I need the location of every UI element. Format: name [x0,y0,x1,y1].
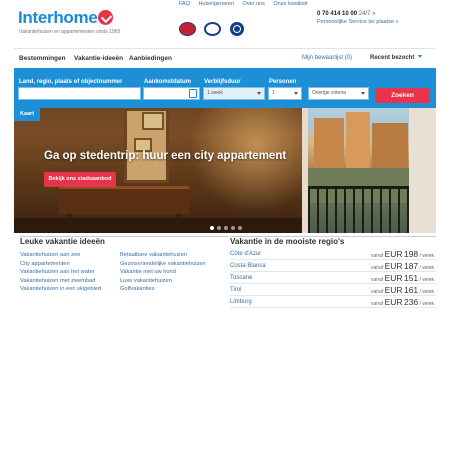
idea-link[interactable]: Vakantiehuizen met zwembad [20,277,101,286]
phone-number: 0 70 414 10 00 24/7 » [317,11,376,17]
criteria-select[interactable]: Overige criteria [308,87,369,100]
region-price: vanaf EUR 161 / week [371,285,434,295]
carousel-dot[interactable] [210,226,214,230]
carousel-dot[interactable] [231,226,235,230]
arrival-date-input[interactable] [143,87,200,100]
ideas-section: Leuke vakantie ideeën Vakantiehuizen aan… [20,236,228,311]
top-links: FAQ Huiseigenaren Over ons Onze kwalitei… [179,1,315,7]
chevron-down-icon [294,92,298,95]
persons-label: Personen [269,79,297,85]
hero-photo-building [372,123,408,168]
nav-aanbiedingen[interactable]: Aanbiedingen [129,55,172,62]
hero-photo-building [314,118,344,168]
search-bar: Land, regio, plaats of objectnummer Aank… [14,68,436,108]
carousel-dots [210,217,245,233]
idea-link[interactable]: Vakantiehuizen aan zee [20,251,101,260]
idea-link[interactable]: City appartementen [20,260,101,269]
region-name[interactable]: Toscane [230,275,252,281]
page: Interhome Vakantiehuizen en appartemente… [14,0,436,450]
region-price: vanaf EUR 236 / week [371,297,434,307]
region-price: vanaf EUR 198 / week [371,249,434,259]
destination-input[interactable] [18,87,141,100]
over-ons-link[interactable]: Over ons [243,1,265,7]
region-row[interactable]: Limburg vanaf EUR 236 / week [230,297,436,308]
regions-section: Vakantie in de mooiste regio's Côte d'Az… [230,236,436,311]
phone-hours[interactable]: 24/7 » [359,11,376,17]
region-row[interactable]: Toscane vanaf EUR 151 / week [230,273,436,284]
regions-heading: Vakantie in de mooiste regio's [230,237,345,246]
ideas-column-2: Betaalbare vakantiehuizen Gezinsvriendel… [120,251,206,294]
map-button[interactable]: Kaart [14,108,40,121]
persons-select[interactable]: 1 [268,87,302,100]
carousel-dot[interactable] [224,226,228,230]
idea-link[interactable]: Vakantiehuizen in een skigebied [20,285,101,294]
anvr-badge-icon [179,22,196,36]
watchlist-link[interactable]: Mijn bewaarlijst (0) [302,55,352,61]
chevron-down-icon [361,92,365,95]
logo-check-icon [98,10,114,25]
ideas-column-1: Vakantiehuizen aan zee City appartemente… [20,251,101,294]
idea-link[interactable]: Vakantie met uw hond [120,268,206,277]
faq-link[interactable]: FAQ [179,1,190,7]
region-name[interactable]: Costa Blanca [230,263,266,269]
quality-badge-icon [229,22,244,36]
region-price: vanaf EUR 151 / week [371,273,434,283]
onze-kwaliteit-link[interactable]: Onze kwaliteit [273,1,307,7]
carousel-dot[interactable] [217,226,221,230]
ideas-heading: Leuke vakantie ideeën [20,237,105,246]
city-offer-button[interactable]: Bekijk ons stadsaanbod [44,172,116,187]
region-row[interactable]: Tirol vanaf EUR 161 / week [230,285,436,296]
idea-link[interactable]: Betaalbare vakantiehuizen [120,251,206,260]
search-button[interactable]: Zoeken [375,88,430,103]
region-name[interactable]: Côte d'Azur [230,251,261,257]
idea-link[interactable]: Gezinsvriendelijke vakantiehuizen [120,260,206,269]
duration-select[interactable]: 1 week [203,87,265,100]
destination-label: Land, regio, plaats of objectnummer [19,79,123,85]
hero-photo-building [346,112,370,168]
region-name[interactable]: Tirol [230,287,241,293]
idea-link[interactable]: Golfvakanties [120,285,206,294]
region-row[interactable]: Costa Blanca vanaf EUR 187 / week [230,261,436,272]
interhome-logo[interactable]: Interhome [18,8,114,28]
tagline: Vakantiehuizen en appartementen sinds 19… [19,29,121,35]
idea-link[interactable]: Vakantiehuizen aan het water [20,268,101,277]
huiseigenaren-link[interactable]: Huiseigenaren [199,1,234,7]
chevron-down-icon [418,55,423,58]
main-nav: Bestemmingen Vakantie-ideeën Aanbiedinge… [14,48,436,67]
nav-bestemmingen[interactable]: Bestemmingen [19,55,66,62]
trust-badges [179,22,248,41]
carousel-dot[interactable] [238,226,242,230]
region-price: vanaf EUR 187 / week [371,261,434,271]
arrival-label: Aankomstdatum [144,79,192,85]
service-link[interactable]: Persoonlijke Service ter plaatse » [317,19,399,25]
region-name[interactable]: Limburg [230,299,252,305]
nav-vakantie-ideeen[interactable]: Vakantie-ideeën [74,55,123,62]
recent-visited-dropdown[interactable]: Recent bezocht [370,55,423,61]
region-row[interactable]: Côte d'Azur vanaf EUR 198 / week [230,249,436,260]
hero-photo-painting [142,112,164,130]
hero-photo-desk [59,186,189,214]
idea-link[interactable]: Luxe vakantiehuizen [120,277,206,286]
hero-photo-floor [14,218,302,233]
duration-label: Verblijfsduur [204,79,241,85]
chevron-down-icon [257,92,261,95]
calendar-icon[interactable] [189,89,197,98]
sgr-badge-icon [204,22,222,36]
hero-title: Ga op stedentrip: huur een city appartem… [44,150,287,162]
